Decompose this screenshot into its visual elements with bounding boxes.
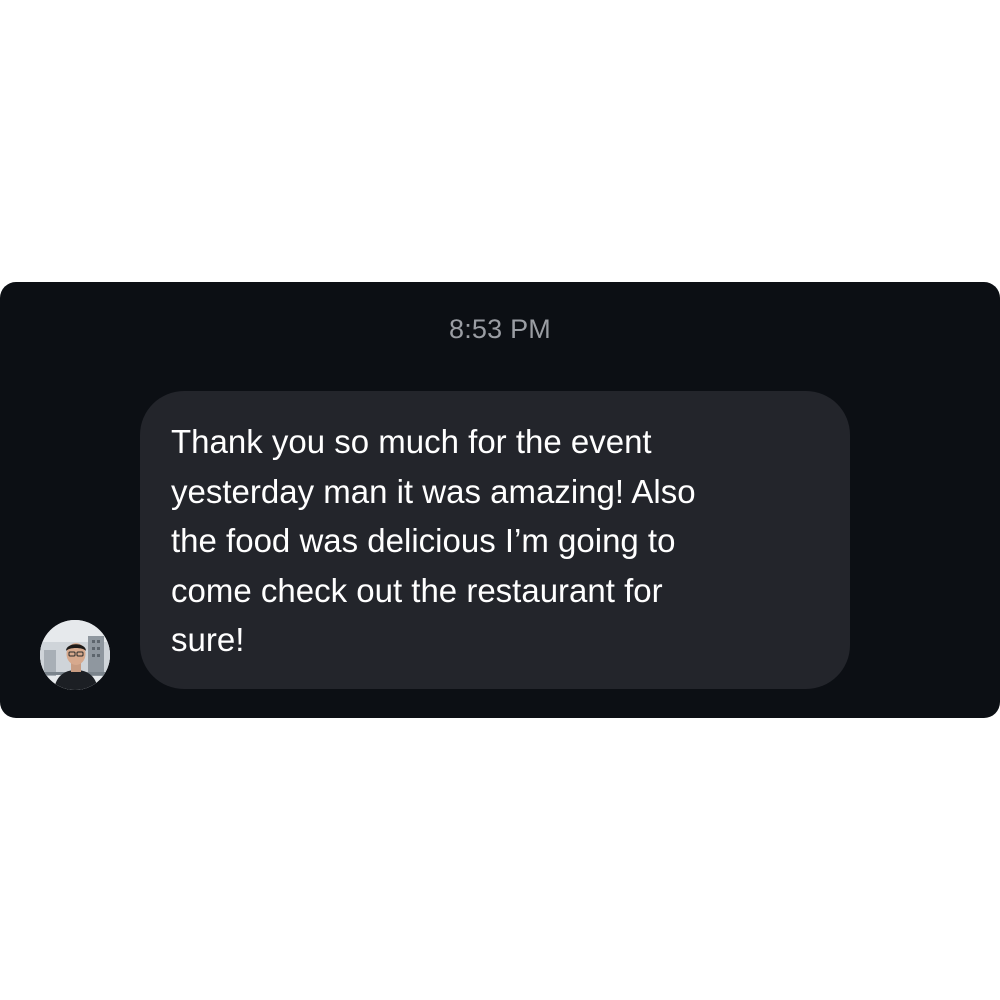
message-bubble[interactable]: Thank you so much for the event yesterda… — [140, 391, 850, 689]
message-timestamp: 8:53 PM — [449, 314, 551, 344]
avatar[interactable] — [40, 620, 110, 690]
avatar-photo — [40, 620, 110, 690]
message-text: Thank you so much for the event yesterda… — [171, 423, 696, 658]
